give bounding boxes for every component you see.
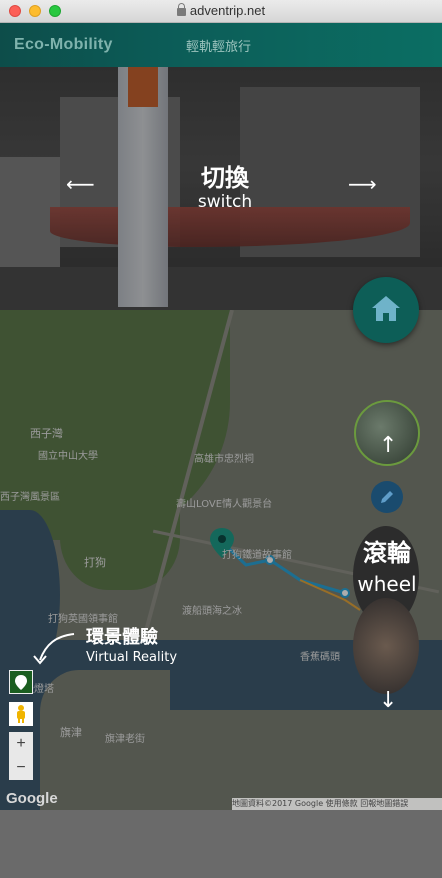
- wheel-label-en: wheel: [357, 572, 417, 596]
- switch-label-cn: 切換: [201, 164, 249, 192]
- zoom-control: + −: [9, 732, 33, 780]
- switch-label-en: switch: [197, 192, 253, 212]
- home-icon: [372, 296, 400, 321]
- page-footer-area: [0, 810, 442, 878]
- nav-link-light-rail[interactable]: 輕軌輕旅行: [186, 36, 251, 55]
- edit-button[interactable]: [371, 481, 403, 513]
- zoom-in-button[interactable]: +: [9, 732, 33, 756]
- wheel-thumbnail[interactable]: [353, 598, 419, 694]
- pencil-icon: [381, 491, 393, 503]
- address-bar[interactable]: adventrip.net: [0, 3, 442, 18]
- street-view-button[interactable]: [9, 670, 33, 694]
- home-button[interactable]: [353, 277, 419, 343]
- zoom-out-button[interactable]: −: [9, 756, 33, 780]
- brand-logo[interactable]: Eco-Mobility: [14, 36, 113, 54]
- vr-label-cn: 環景體驗: [86, 627, 158, 648]
- app-header: Eco-Mobility 輕軌輕旅行: [0, 23, 442, 67]
- google-logo: Google: [6, 790, 58, 807]
- wheel-up-arrow-icon: ↑: [379, 433, 398, 458]
- right-arrow-icon: ⟶: [348, 172, 377, 196]
- pegman-icon: [17, 705, 25, 723]
- pegman-button[interactable]: [9, 702, 33, 726]
- map-attribution[interactable]: 地圖資料©2017 Google 使用條款 回報地圖錯誤: [232, 798, 442, 810]
- url-text: adventrip.net: [189, 3, 266, 18]
- wheel-label-cn: 滾輪: [363, 539, 411, 567]
- left-arrow-icon: ⟵: [66, 172, 95, 196]
- lock-icon: [176, 3, 186, 16]
- vr-label-en: Virtual Reality: [86, 650, 178, 665]
- browser-titlebar: adventrip.net: [0, 0, 442, 23]
- curved-arrow-icon: [33, 633, 75, 665]
- wheel-down-arrow-icon: ↓: [379, 688, 398, 713]
- map-marker-icon: [15, 675, 27, 690]
